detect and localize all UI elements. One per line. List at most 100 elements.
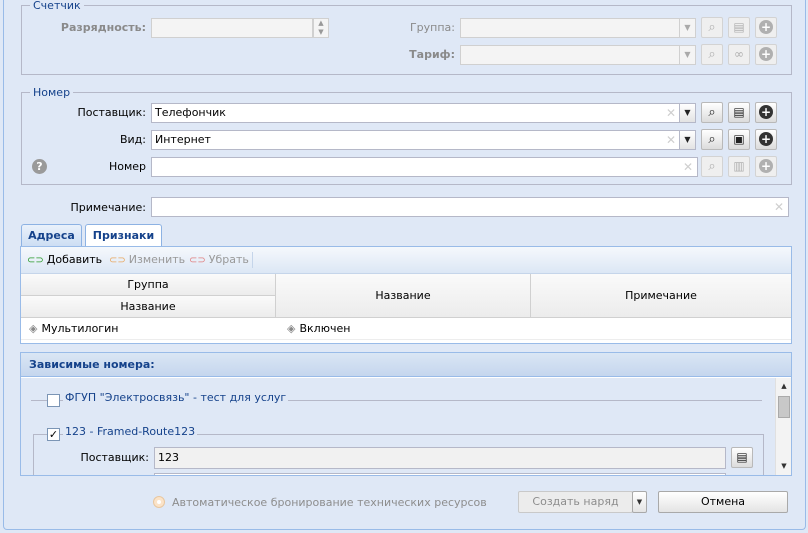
tariff-select[interactable] (460, 45, 681, 65)
type-search-button[interactable]: ⌕ (701, 129, 723, 150)
provider-search-button[interactable]: ⌕ (701, 102, 723, 123)
catalog-icon: ▣ (733, 132, 745, 146)
magnifier-icon: ⌕ (708, 159, 716, 174)
dep-provider-store-button[interactable]: ▤ (731, 447, 753, 468)
type-label: Вид: (119, 133, 146, 146)
store-icon: ▤ (736, 450, 748, 464)
bitness-spinner[interactable]: ▲ ▼ (313, 18, 329, 38)
chevron-down-icon: ▼ (636, 498, 643, 506)
header-group-name[interactable]: Название (21, 296, 276, 318)
number-label: Номер (108, 160, 146, 173)
group-title-2: 123 - Framed-Route123 (63, 425, 198, 438)
number-add-button[interactable]: + (755, 156, 777, 177)
clear-icon[interactable]: ✕ (666, 131, 676, 149)
dependent-numbers-panel: Зависимые номера: ФГУП "Электросвязь" - … (20, 352, 792, 476)
link-icon: ∞ (734, 47, 744, 61)
plus-circle-icon: + (759, 158, 773, 173)
note-input[interactable]: ✕ (151, 197, 789, 217)
provider-select[interactable]: Телефончик ✕ (151, 103, 681, 123)
scroll-up-arrow[interactable]: ▲ (776, 382, 791, 390)
clear-icon[interactable]: ✕ (666, 104, 676, 122)
header-note[interactable]: Примечание (531, 274, 791, 318)
next-field-edge (154, 473, 726, 475)
scroll-down-arrow[interactable]: ▼ (776, 462, 791, 470)
dep-provider-label: Поставщик: (80, 451, 149, 464)
create-order-menu-button[interactable]: ▼ (632, 491, 647, 513)
dep-provider-value: 123 (158, 451, 179, 464)
provider-dropdown-button[interactable]: ▼ (679, 103, 696, 123)
row-name: Включен (299, 322, 351, 335)
type-catalog-button[interactable]: ▣ (728, 129, 750, 150)
auto-reserve-radio[interactable] (153, 496, 165, 508)
add-button-label: Добавить (46, 253, 103, 266)
number-search-button[interactable]: ⌕ (701, 156, 723, 177)
clear-icon[interactable]: ✕ (774, 198, 784, 216)
cancel-button[interactable]: Отмена (658, 491, 788, 513)
magnifier-icon: ⌕ (708, 105, 716, 120)
group-dropdown-button[interactable]: ▼ (679, 18, 696, 38)
group-label: Группа: (409, 21, 455, 34)
group-title-1: ФГУП "Электросвязь" - тест для услуг (63, 391, 289, 404)
magnifier-icon: ⌕ (708, 47, 716, 62)
group-checkbox-2[interactable]: ✓ (47, 428, 60, 441)
store-icon: ▤ (733, 105, 745, 119)
vertical-scrollbar[interactable]: ▲ ▼ (775, 378, 791, 475)
scroll-thumb[interactable] (778, 396, 790, 418)
chain-link-icon: ⊂⊃ (109, 255, 126, 266)
attributes-toolbar: ⊂⊃ Добавить ⊂⊃ Изменить ⊂⊃ Убрать (21, 247, 791, 274)
bitness-label: Разрядность: (60, 21, 146, 34)
row-name-cell: ◈ Включен (287, 318, 350, 340)
tab-addresses[interactable]: Адреса (21, 224, 82, 246)
row-group-cell: ◈ Мультилогин (29, 318, 118, 340)
number-doc-button[interactable]: ▥ (728, 156, 750, 177)
group-store-button[interactable]: ▤ (728, 17, 750, 38)
magnifier-icon: ⌕ (708, 132, 716, 147)
note-label: Примечание: (70, 201, 146, 214)
row-group-name: Мультилогин (41, 322, 119, 335)
tariff-label: Тариф: (409, 48, 455, 61)
chain-link-icon: ⊂⊃ (189, 255, 206, 266)
provider-store-button[interactable]: ▤ (728, 102, 750, 123)
header-name[interactable]: Название (276, 274, 531, 318)
counter-legend: Счетчик (33, 0, 81, 12)
auto-reserve-label: Автоматическое бронирование технических … (172, 496, 487, 509)
type-select[interactable]: Интернет ✕ (151, 130, 681, 150)
group-add-button[interactable]: + (755, 17, 777, 38)
tariff-add-button[interactable]: + (755, 44, 777, 65)
chain-link-icon: ⊂⊃ (27, 255, 44, 266)
tag-icon: ◈ (29, 322, 38, 335)
table-row[interactable]: ◈ Мультилогин ◈ Включен (21, 318, 791, 340)
bitness-input[interactable] (151, 18, 313, 38)
number-input[interactable]: ✕ (151, 157, 698, 177)
edit-button[interactable]: ⊂⊃ Изменить (109, 253, 185, 268)
magnifier-icon: ⌕ (708, 20, 716, 35)
dependent-numbers-title: Зависимые номера: (21, 353, 791, 377)
group-search-button[interactable]: ⌕ (701, 17, 723, 38)
tag-icon: ◈ (287, 322, 296, 335)
type-dropdown-button[interactable]: ▼ (679, 130, 696, 150)
attributes-panel: ⊂⊃ Добавить ⊂⊃ Изменить ⊂⊃ Убрать Группа На… (20, 246, 792, 344)
question-icon[interactable]: ? (32, 159, 47, 174)
dependent-numbers-body: ФГУП "Электросвязь" - тест для услуг ✓ 1… (21, 378, 775, 475)
group-checkbox-1[interactable] (47, 394, 60, 407)
number-legend: Номер (33, 86, 71, 99)
header-group[interactable]: Группа (21, 274, 276, 296)
plus-circle-icon: + (759, 104, 773, 119)
dep-provider-input[interactable]: 123 (154, 447, 726, 469)
add-button[interactable]: ⊂⊃ Добавить (27, 253, 102, 268)
remove-button[interactable]: ⊂⊃ Убрать (189, 253, 249, 268)
plus-circle-icon: + (759, 19, 773, 34)
type-add-button[interactable]: + (755, 129, 777, 150)
tariff-link-button[interactable]: ∞ (728, 44, 750, 65)
clear-icon[interactable]: ✕ (683, 158, 693, 176)
provider-add-button[interactable]: + (755, 102, 777, 123)
type-value: Интернет (155, 133, 211, 146)
tariff-dropdown-button[interactable]: ▼ (679, 45, 696, 65)
tab-attributes[interactable]: Признаки (85, 224, 162, 247)
document-icon: ▥ (733, 159, 745, 173)
tariff-search-button[interactable]: ⌕ (701, 44, 723, 65)
create-order-button[interactable]: Создать наряд (518, 491, 633, 513)
provider-label: Поставщик: (77, 106, 146, 119)
plus-circle-icon: + (759, 46, 773, 61)
group-select[interactable] (460, 18, 681, 38)
